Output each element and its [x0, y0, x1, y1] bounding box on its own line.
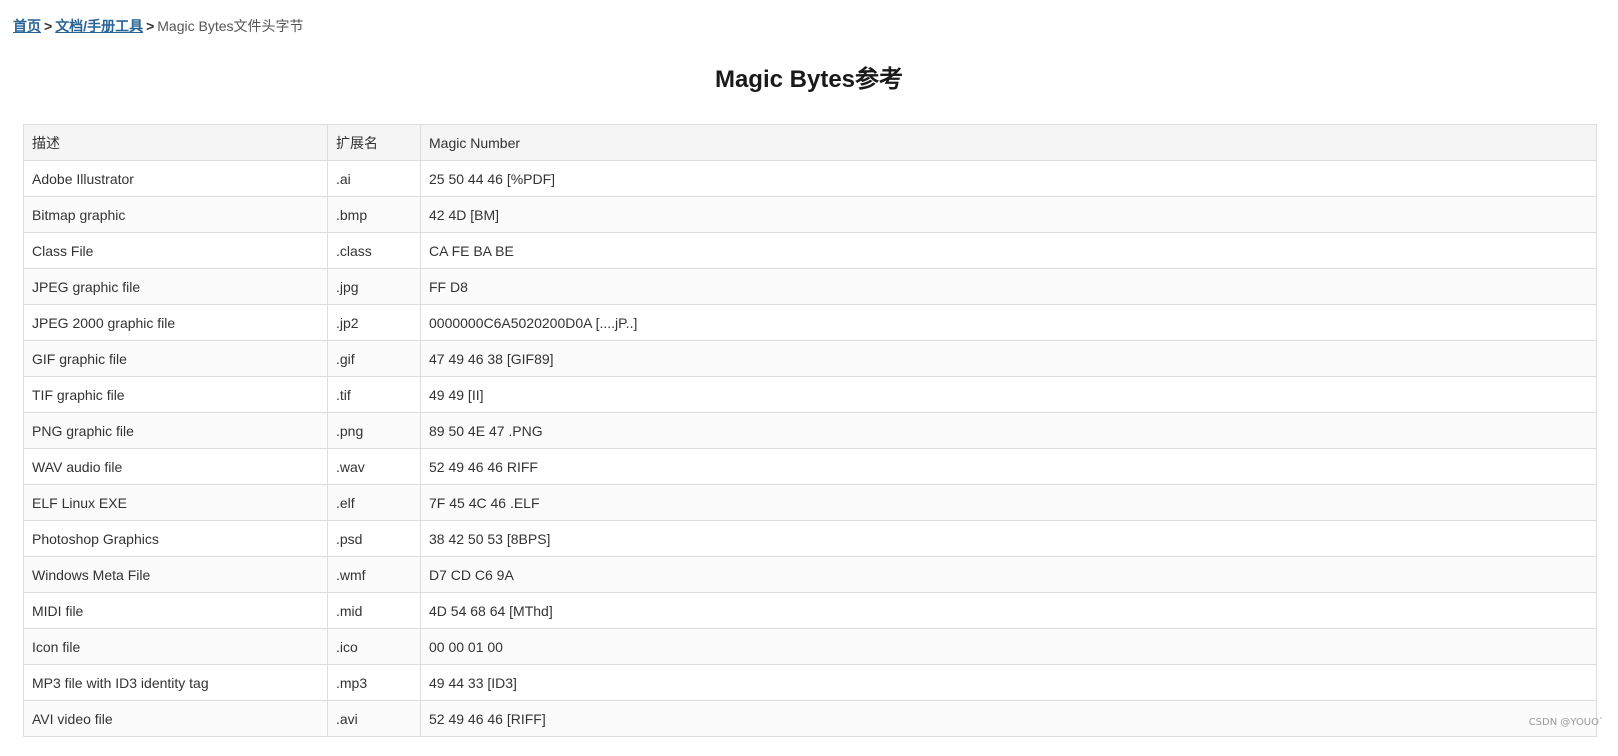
cell-magic-number: 7F 45 4C 46 .ELF [420, 484, 1597, 521]
breadcrumb-home-link[interactable]: 首页 [13, 18, 41, 34]
cell-extension: .class [327, 232, 421, 269]
watermark: CSDN @YOUO` [1528, 717, 1604, 728]
cell-extension: .ico [327, 628, 421, 665]
cell-extension: .bmp [327, 196, 421, 233]
cell-extension: .gif [327, 340, 421, 377]
cell-extension: .wmf [327, 556, 421, 593]
cell-description: Class File [23, 232, 328, 269]
cell-description: MP3 file with ID3 identity tag [23, 664, 328, 701]
magic-bytes-table: 描述 扩展名 Magic Number Adobe Illustrator .ai… [23, 124, 1597, 737]
column-header-extension: 扩展名 [327, 124, 421, 161]
cell-magic-number: CA FE BA BE [420, 232, 1597, 269]
cell-description: Windows Meta File [23, 556, 328, 593]
page-title: Magic Bytes参考 [714, 66, 904, 93]
cell-magic-number: 42 4D [BM] [420, 196, 1597, 233]
table-row: ELF Linux EXE .elf 7F 45 4C 46 .ELF [23, 484, 1597, 521]
cell-extension: .avi [327, 700, 421, 737]
cell-extension: .png [327, 412, 421, 449]
breadcrumb-separator: > [146, 18, 155, 34]
cell-description: JPEG graphic file [23, 268, 328, 305]
cell-extension: .elf [327, 484, 421, 521]
cell-magic-number: FF D8 [420, 268, 1597, 305]
cell-extension: .jp2 [327, 304, 421, 341]
table-row: MIDI file .mid 4D 54 68 64 [MThd] [23, 592, 1597, 629]
cell-description: AVI video file [23, 700, 328, 737]
table-row: WAV audio file .wav 52 49 46 46 RIFF [23, 448, 1597, 485]
table-row: Bitmap graphic .bmp 42 4D [BM] [23, 196, 1597, 233]
table-header-row: 描述 扩展名 Magic Number [23, 124, 1597, 161]
table-row: Adobe Illustrator .ai 25 50 44 46 [%PDF] [23, 160, 1597, 197]
column-header-description: 描述 [23, 124, 328, 161]
table-row: Icon file .ico 00 00 01 00 [23, 628, 1597, 665]
cell-magic-number: 89 50 4E 47 .PNG [420, 412, 1597, 449]
cell-description: GIF graphic file [23, 340, 328, 377]
cell-magic-number: 49 49 [II] [420, 376, 1597, 413]
cell-magic-number: 38 42 50 53 [8BPS] [420, 520, 1597, 557]
cell-description: MIDI file [23, 592, 328, 629]
cell-extension: .ai [327, 160, 421, 197]
cell-description: Icon file [23, 628, 328, 665]
column-header-magic-number: Magic Number [420, 124, 1597, 161]
breadcrumb-separator: > [44, 18, 53, 34]
table-row: JPEG graphic file .jpg FF D8 [23, 268, 1597, 305]
cell-description: WAV audio file [23, 448, 328, 485]
cell-magic-number: D7 CD C6 9A [420, 556, 1597, 593]
cell-extension: .jpg [327, 268, 421, 305]
table-row: Class File .class CA FE BA BE [23, 232, 1597, 269]
cell-description: Photoshop Graphics [23, 520, 328, 557]
cell-extension: .mp3 [327, 664, 421, 701]
table-row: GIF graphic file .gif 47 49 46 38 [GIF89] [23, 340, 1597, 377]
cell-extension: .tif [327, 376, 421, 413]
cell-magic-number: 4D 54 68 64 [MThd] [420, 592, 1597, 629]
table-row: MP3 file with ID3 identity tag .mp3 49 44 … [23, 664, 1597, 701]
table-row: AVI video file .avi 52 49 46 46 [RIFF] [23, 700, 1597, 737]
cell-extension: .wav [327, 448, 421, 485]
cell-description: TIF graphic file [23, 376, 328, 413]
cell-extension: .psd [327, 520, 421, 557]
table-row: JPEG 2000 graphic file .jp2 0000000C6A5020… [23, 304, 1597, 341]
cell-magic-number: 47 49 46 38 [GIF89] [420, 340, 1597, 377]
breadcrumb: 首页 > 文档/手册工具 > Magic Bytes文件头字节 [13, 17, 304, 35]
cell-magic-number: 00 00 01 00 [420, 628, 1597, 665]
cell-extension: .mid [327, 592, 421, 629]
cell-description: PNG graphic file [23, 412, 328, 449]
cell-magic-number: 25 50 44 46 [%PDF] [420, 160, 1597, 197]
cell-magic-number: 52 49 46 46 [RIFF] [420, 700, 1597, 737]
table-row: Windows Meta File .wmf D7 CD C6 9A [23, 556, 1597, 593]
table-row: Photoshop Graphics .psd 38 42 50 53 [8BPS] [23, 520, 1597, 557]
cell-description: Bitmap graphic [23, 196, 328, 233]
magic-bytes-table-container: 描述 扩展名 Magic Number Adobe Illustrator .ai… [23, 124, 1597, 737]
cell-description: ELF Linux EXE [23, 484, 328, 521]
cell-magic-number: 0000000C6A5020200D0A [....jP..] [420, 304, 1597, 341]
breadcrumb-docs-link[interactable]: 文档/手册工具 [55, 18, 143, 34]
cell-magic-number: 49 44 33 [ID3] [420, 664, 1597, 701]
table-row: PNG graphic file .png 89 50 4E 47 .PNG [23, 412, 1597, 449]
cell-magic-number: 52 49 46 46 RIFF [420, 448, 1597, 485]
table-header: 描述 扩展名 Magic Number [23, 124, 1597, 161]
table-body: Adobe Illustrator .ai 25 50 44 46 [%PDF] Bi… [23, 160, 1597, 737]
cell-description: JPEG 2000 graphic file [23, 304, 328, 341]
table-row: TIF graphic file .tif 49 49 [II] [23, 376, 1597, 413]
breadcrumb-current: Magic Bytes文件头字节 [157, 18, 304, 34]
cell-description: Adobe Illustrator [23, 160, 328, 197]
